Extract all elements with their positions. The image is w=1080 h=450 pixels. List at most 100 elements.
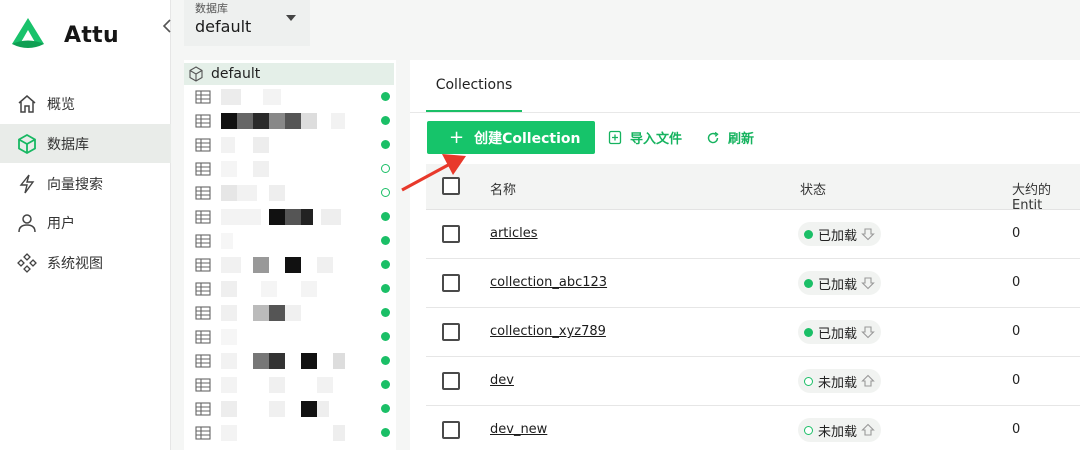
obscured-collection-name xyxy=(253,161,269,177)
collection-name-link[interactable]: collection_xyz789 xyxy=(490,324,606,339)
attu-logo-icon xyxy=(10,17,46,53)
obscured-collection-name xyxy=(301,209,313,225)
entity-count: 0 xyxy=(1012,422,1021,437)
refresh-button[interactable]: 刷新 xyxy=(706,121,754,154)
load-status-dot xyxy=(381,380,390,389)
table-icon xyxy=(195,354,211,368)
obscured-collection-name xyxy=(317,257,333,273)
tree-item-collection[interactable] xyxy=(195,86,390,108)
tree-item-collection[interactable] xyxy=(195,302,390,324)
obscured-collection-name xyxy=(285,209,301,225)
status-label: 未加载 xyxy=(818,375,858,391)
obscured-collection-name xyxy=(221,209,261,225)
database-select-caption: 数据库 xyxy=(195,2,228,15)
refresh-icon xyxy=(707,131,719,143)
collection-name-link[interactable]: collection_abc123 xyxy=(490,275,607,290)
obscured-collection-name xyxy=(285,257,301,273)
collection-name-link[interactable]: dev_new xyxy=(490,422,547,437)
column-header-status[interactable]: 状态 xyxy=(800,179,826,198)
system-view-icon xyxy=(16,252,38,274)
nav-item-vector-search[interactable]: 向量搜索 xyxy=(0,164,171,203)
entity-count: 0 xyxy=(1012,275,1021,290)
load-status-dot xyxy=(381,428,390,437)
nav-item-database[interactable]: 数据库 xyxy=(0,124,171,163)
tree-item-collection[interactable] xyxy=(195,110,390,132)
tree-item-collection[interactable] xyxy=(195,278,390,300)
obscured-collection-name xyxy=(269,353,285,369)
obscured-collection-name xyxy=(221,233,233,249)
collection-name-link[interactable]: dev xyxy=(490,373,514,388)
row-checkbox[interactable] xyxy=(442,323,460,341)
tree-item-collection[interactable] xyxy=(195,374,390,396)
import-file-button[interactable]: 导入文件 xyxy=(608,121,682,154)
collection-name-link[interactable]: articles xyxy=(490,226,538,241)
obscured-collection-name xyxy=(261,281,277,297)
release-icon[interactable] xyxy=(861,325,875,339)
tree-item-collection[interactable] xyxy=(195,230,390,252)
nav-item-label: 概览 xyxy=(47,96,75,113)
obscured-collection-name xyxy=(221,161,237,177)
obscured-collection-name xyxy=(269,377,285,393)
column-header-entities[interactable]: 大约的Entit xyxy=(1012,179,1080,213)
load-status-dot xyxy=(381,212,390,221)
annotation-arrow-icon xyxy=(401,154,466,192)
row-checkbox[interactable] xyxy=(442,274,460,292)
entity-count: 0 xyxy=(1012,324,1021,339)
plus-icon: + xyxy=(449,126,465,148)
load-icon[interactable] xyxy=(861,374,875,388)
collection-tree: default xyxy=(184,60,396,450)
load-status-dot xyxy=(381,92,390,101)
tree-item-collection[interactable] xyxy=(195,254,390,276)
table-row[interactable]: dev 未加载 0 xyxy=(426,357,1080,406)
tree-item-collection[interactable] xyxy=(195,350,390,372)
table-row[interactable]: articles 已加载 0 xyxy=(426,210,1080,259)
tree-item-collection[interactable] xyxy=(195,422,390,444)
load-status-dot xyxy=(381,236,390,245)
tree-item-collection[interactable] xyxy=(195,398,390,420)
load-status-dot xyxy=(381,188,390,197)
import-file-label: 导入文件 xyxy=(630,132,683,147)
table-icon xyxy=(195,378,211,392)
status-label: 已加载 xyxy=(818,277,858,293)
tree-item-collection[interactable] xyxy=(195,158,390,180)
table-row[interactable]: collection_abc123 已加载 0 xyxy=(426,259,1080,308)
nav-item-users[interactable]: 用户 xyxy=(0,203,171,242)
brand[interactable]: Attu xyxy=(10,17,119,53)
load-icon[interactable] xyxy=(861,423,875,437)
release-icon[interactable] xyxy=(861,227,875,241)
collapse-nav-button[interactable] xyxy=(160,16,174,36)
obscured-collection-name xyxy=(221,137,235,153)
tree-item-collection[interactable] xyxy=(195,182,390,204)
obscured-collection-name xyxy=(301,353,317,369)
tree-item-collection[interactable] xyxy=(195,134,390,156)
entity-count: 0 xyxy=(1012,373,1021,388)
attu-app: Attu 概览 数据库 向量搜索 用户 系统视图 数据库 default def… xyxy=(0,0,1080,450)
obscured-collection-name xyxy=(333,353,345,369)
status-badge: 已加载 xyxy=(798,271,882,295)
cube-icon xyxy=(189,66,203,82)
obscured-collection-name xyxy=(253,305,269,321)
nav-item-overview[interactable]: 概览 xyxy=(0,84,171,123)
obscured-collection-name xyxy=(253,353,269,369)
release-icon[interactable] xyxy=(861,276,875,290)
tree-item-collection[interactable] xyxy=(195,206,390,228)
obscured-collection-name xyxy=(317,401,329,417)
tab-collections[interactable]: Collections xyxy=(426,60,522,112)
table-row[interactable]: collection_xyz789 已加载 0 xyxy=(426,308,1080,357)
row-checkbox[interactable] xyxy=(442,372,460,390)
row-checkbox[interactable] xyxy=(442,225,460,243)
status-label: 已加载 xyxy=(818,228,858,244)
nav-item-system-view[interactable]: 系统视图 xyxy=(0,243,171,282)
caret-down-icon xyxy=(286,15,296,21)
table-row[interactable]: dev_new 未加载 0 xyxy=(426,406,1080,450)
database-select[interactable]: 数据库 default xyxy=(184,0,310,46)
tree-root-database[interactable]: default xyxy=(184,63,394,85)
refresh-label: 刷新 xyxy=(728,132,755,147)
obscured-collection-name xyxy=(317,377,333,393)
column-header-name[interactable]: 名称 xyxy=(490,179,516,198)
row-checkbox[interactable] xyxy=(442,421,460,439)
load-status-dot xyxy=(381,116,390,125)
cube-icon xyxy=(16,133,38,155)
tree-item-collection[interactable] xyxy=(195,326,390,348)
status-badge: 未加载 xyxy=(798,369,882,393)
